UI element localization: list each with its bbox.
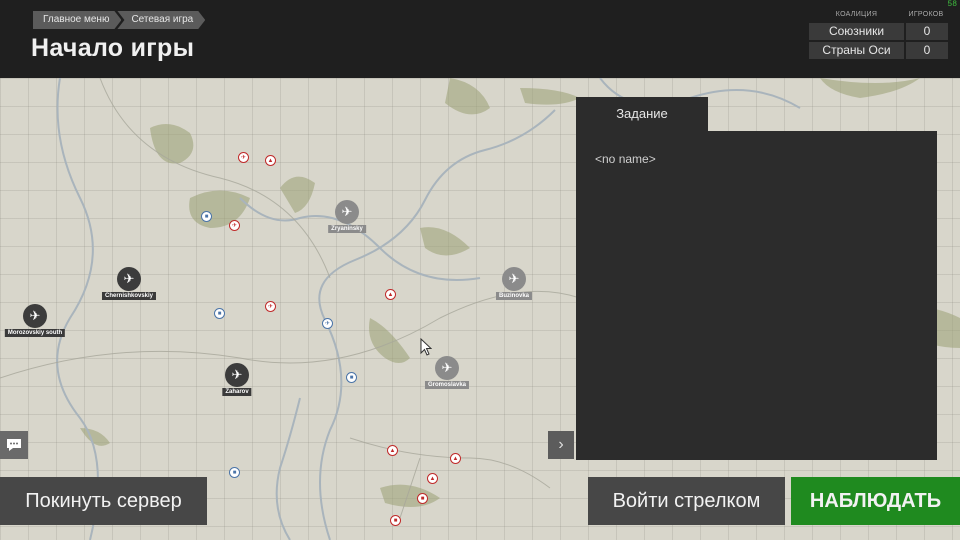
allied-target-icon[interactable]: ✈: [322, 318, 333, 329]
mission-tabs: Задание: [576, 97, 708, 131]
airfield-zaharov-icon[interactable]: ✈: [225, 363, 249, 387]
allied-target-icon[interactable]: ■: [229, 467, 240, 478]
coalition-player-count: 0: [906, 23, 948, 40]
mouse-cursor-icon: [420, 338, 432, 356]
coalition-name: Союзники: [809, 23, 904, 40]
collapse-panel-button[interactable]: ›: [548, 431, 574, 459]
axis-target-icon[interactable]: ▲: [385, 289, 396, 300]
axis-target-icon[interactable]: ■: [417, 493, 428, 504]
airfield-label: Buzinovka: [495, 292, 533, 300]
coalition-table-header: КОАЛИЦИЯ ИГРОКОВ: [809, 11, 948, 21]
axis-target-icon[interactable]: ▲: [387, 445, 398, 456]
airfield-label: Morozovskiy south: [4, 329, 66, 337]
coalition-name: Страны Оси: [809, 42, 904, 59]
coalition-player-count: 0: [906, 42, 948, 59]
chat-button[interactable]: [0, 431, 28, 459]
allied-target-icon[interactable]: ■: [346, 372, 357, 383]
airfield-chernishkovskiy-icon[interactable]: ✈: [117, 267, 141, 291]
page-title: Начало игры: [31, 34, 195, 62]
airfield-label: Chernishkovskiy: [101, 292, 157, 300]
airfield-label: Gromoslavka: [424, 381, 470, 389]
allied-target-icon[interactable]: ■: [214, 308, 225, 319]
chevron-right-icon: ›: [558, 436, 564, 453]
header-players: ИГРОКОВ: [908, 11, 944, 18]
breadcrumb-main-menu[interactable]: Главное меню: [33, 11, 121, 29]
chat-icon: [7, 439, 21, 451]
mission-panel: <no name>: [576, 131, 937, 460]
axis-target-icon[interactable]: ■: [390, 515, 401, 526]
breadcrumb: Главное меню Сетевая игра: [33, 11, 201, 29]
coalition-row-allies[interactable]: Союзники 0: [809, 23, 948, 40]
fps-counter: 58: [947, 0, 957, 9]
axis-target-icon[interactable]: ✈: [238, 152, 249, 163]
top-bar: 58 Главное меню Сетевая игра Начало игры…: [0, 0, 960, 78]
header-coalition: КОАЛИЦИЯ: [835, 11, 878, 18]
leave-server-button[interactable]: Покинуть сервер: [0, 477, 207, 525]
airfield-buzinovka-icon[interactable]: ✈: [502, 267, 526, 291]
coalition-table: КОАЛИЦИЯ ИГРОКОВ Союзники 0 Страны Оси 0: [809, 11, 948, 59]
breadcrumb-network-game[interactable]: Сетевая игра: [117, 11, 205, 29]
join-as-gunner-button[interactable]: Войти стрелком: [588, 477, 785, 525]
axis-target-icon[interactable]: ▲: [265, 155, 276, 166]
axis-target-icon[interactable]: ▲: [427, 473, 438, 484]
mission-name: <no name>: [595, 152, 656, 166]
airfield-zryaninsky-icon[interactable]: ✈: [335, 200, 359, 224]
airfield-morozovskiy-south-icon[interactable]: ✈: [23, 304, 47, 328]
airfield-gromoslavka-icon[interactable]: ✈: [435, 356, 459, 380]
axis-target-icon[interactable]: ✈: [229, 220, 240, 231]
axis-target-icon[interactable]: ✈: [265, 301, 276, 312]
allied-target-icon[interactable]: ■: [201, 211, 212, 222]
airfield-label: Zryaninsky: [328, 225, 366, 233]
airfield-label: Zaharov: [222, 388, 252, 396]
axis-target-icon[interactable]: ▲: [450, 453, 461, 464]
observe-button[interactable]: НАБЛЮДАТЬ: [791, 477, 960, 525]
tab-mission[interactable]: Задание: [576, 97, 708, 131]
coalition-row-axis[interactable]: Страны Оси 0: [809, 42, 948, 59]
